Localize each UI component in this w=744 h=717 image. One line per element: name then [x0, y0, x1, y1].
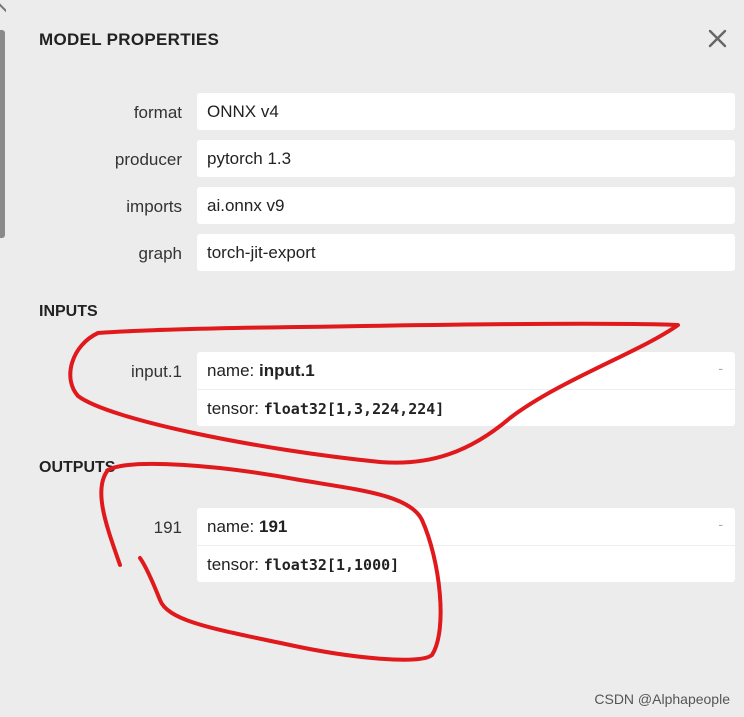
name-prefix: name:: [207, 361, 259, 380]
output-tensor-line: tensor: float32[1,1000]: [197, 545, 735, 582]
input-label: input.1: [130, 362, 182, 381]
property-value: pytorch 1.3: [197, 140, 735, 177]
property-label: imports: [126, 197, 182, 216]
property-label: graph: [138, 244, 182, 263]
property-row-producer: producer pytorch 1.3: [0, 140, 744, 178]
property-row-imports: imports ai.onnx v9: [0, 187, 744, 225]
input-name: input.1: [258, 361, 315, 380]
output-label: 191: [153, 518, 182, 537]
dialog-title: MODEL PROPERTIES: [39, 30, 220, 49]
expand-toggle[interactable]: -: [718, 360, 723, 376]
input-tensor-type: float32[1,3,224,224]: [263, 400, 445, 418]
expand-toggle[interactable]: -: [718, 516, 723, 532]
property-label: format: [133, 103, 182, 122]
watermark: CSDN @Alphapeople: [594, 691, 730, 707]
scroll-up-arrow-icon[interactable]: [0, 0, 6, 26]
input-tensor-line: tensor: float32[1,3,224,224]: [197, 389, 735, 426]
input-detail-box: name: input.1 - tensor: float32[1,3,224,…: [197, 352, 735, 426]
output-detail-box: name: 191 - tensor: float32[1,1000]: [197, 508, 735, 582]
property-label: producer: [114, 150, 182, 169]
name-prefix: name:: [207, 517, 259, 536]
output-name-line: name: 191 -: [197, 508, 735, 545]
output-name: 191: [258, 517, 288, 536]
property-value: ai.onnx v9: [197, 187, 735, 224]
property-value: ONNX v4: [197, 93, 735, 130]
property-value: torch-jit-export: [197, 234, 735, 271]
close-button[interactable]: [704, 25, 732, 53]
inputs-header: INPUTS: [39, 303, 98, 320]
property-row-format: format ONNX v4: [0, 93, 744, 131]
input-name-line: name: input.1 -: [197, 352, 735, 389]
property-row-graph: graph torch-jit-export: [0, 234, 744, 272]
close-icon: [708, 29, 727, 48]
tensor-prefix: tensor:: [207, 399, 264, 418]
tensor-prefix: tensor:: [207, 555, 264, 574]
model-properties-panel: MODEL PROPERTIES format ONNX v4 producer…: [0, 0, 744, 717]
output-tensor-type: float32[1,1000]: [263, 556, 400, 574]
outputs-header: OUTPUTS: [39, 459, 116, 476]
